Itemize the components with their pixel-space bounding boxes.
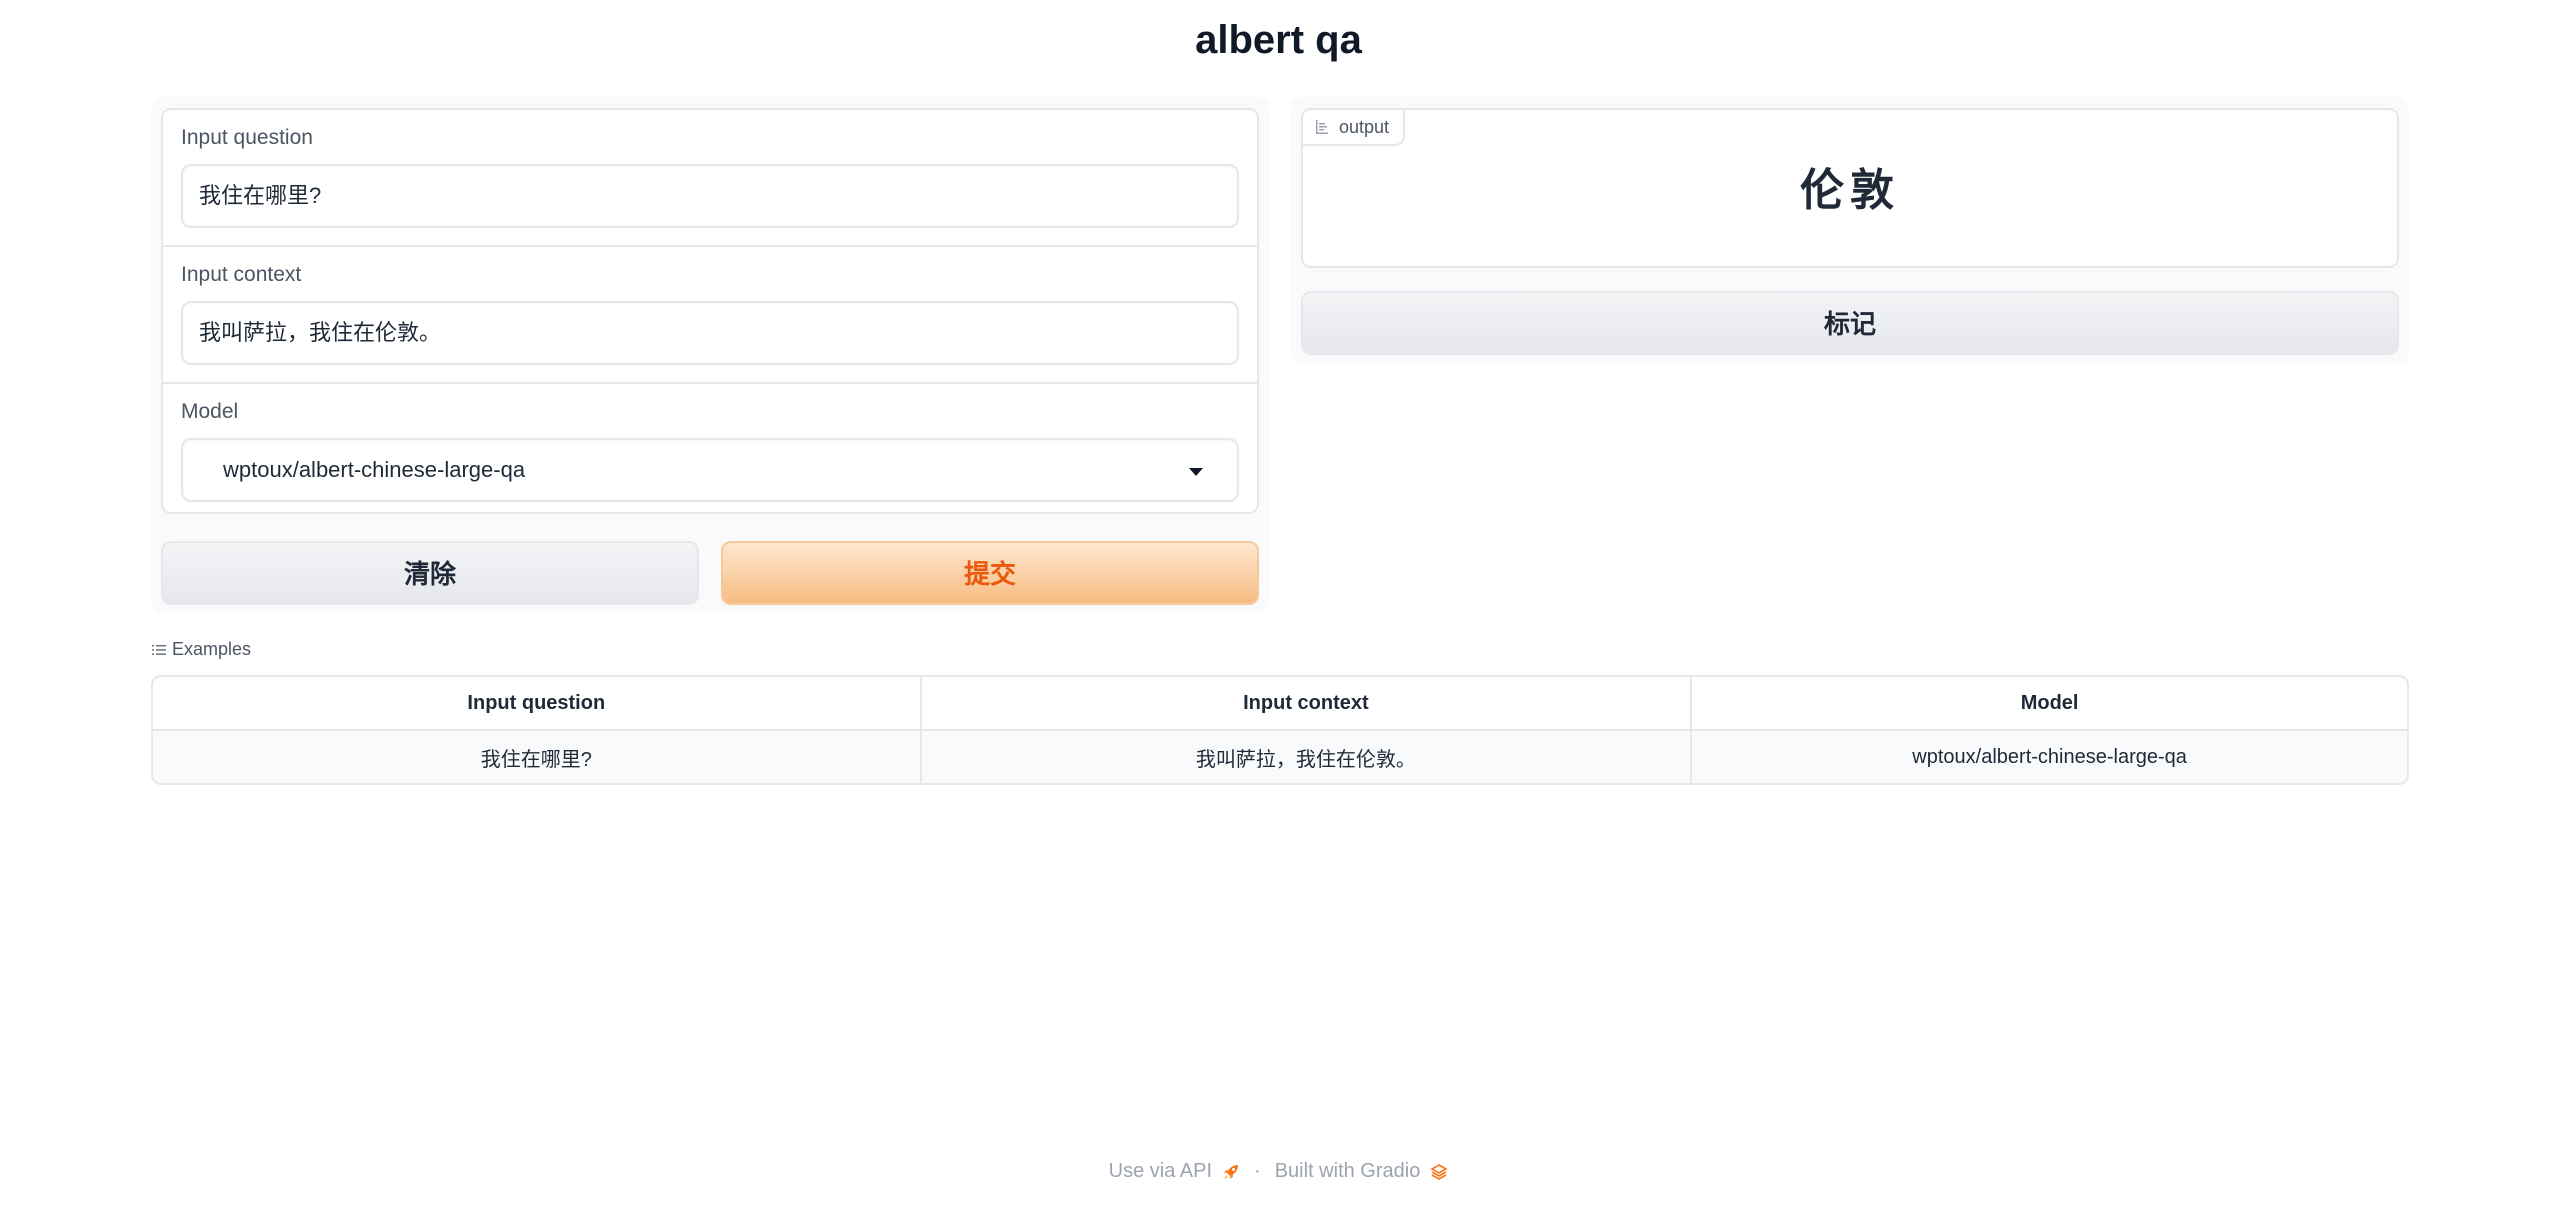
page-title: albert qa	[1195, 18, 1362, 62]
output-value: 伦敦	[1800, 166, 1900, 215]
footer: Use via API · Built with Gradio	[0, 1160, 2557, 1183]
column-header-context: Input context	[921, 677, 1693, 731]
column-header-question: Input question	[153, 677, 922, 731]
label-icon	[1316, 120, 1328, 134]
footer-separator: ·	[1254, 1160, 1261, 1182]
question-label: Input question	[181, 126, 313, 149]
examples-label: Examples	[172, 639, 252, 659]
built-with-gradio-link[interactable]: Built with Gradio	[1275, 1160, 1449, 1183]
context-input[interactable]: 我叫萨拉，我住在伦敦。	[181, 301, 1239, 365]
use-api-label: Use via API	[1108, 1160, 1213, 1182]
example-question-cell[interactable]: 我住在哪里?	[153, 731, 922, 783]
example-row[interactable]: 我住在哪里? 我叫萨拉，我住在伦敦。 wptoux/albert-chinese…	[153, 731, 2407, 783]
context-field: Input context 我叫萨拉，我住在伦敦。	[163, 247, 1257, 384]
examples-header-row: Input question Input context Model	[153, 677, 2407, 731]
use-api-link[interactable]: Use via API	[1109, 1160, 1240, 1183]
column-header-model: Model	[1692, 677, 2407, 731]
model-label: Model	[181, 400, 239, 423]
output-label: output	[1339, 117, 1390, 137]
chevron-down-icon[interactable]	[1189, 468, 1203, 476]
list-icon	[152, 644, 166, 655]
example-context-cell[interactable]: 我叫萨拉，我住在伦敦。	[921, 731, 1693, 783]
model-selected-value: wptoux/albert-chinese-large-qa	[223, 457, 526, 482]
model-field: Model wptoux/albert-chinese-large-qa	[163, 384, 1257, 512]
context-label: Input context	[181, 263, 302, 286]
input-panel: Input question 我住在哪里? Input context 我叫萨拉…	[151, 97, 1269, 613]
output-panel: output 伦敦 标记	[1291, 97, 2409, 363]
output-tag: output	[1301, 108, 1406, 146]
examples-heading: Examples	[152, 639, 251, 660]
built-with-label: Built with Gradio	[1274, 1160, 1421, 1182]
question-field: Input question 我住在哪里?	[163, 110, 1257, 247]
examples-table: Input question Input context Model 我住在哪里…	[151, 675, 2409, 785]
question-input[interactable]: 我住在哪里?	[181, 164, 1239, 228]
submit-button[interactable]: 提交	[721, 541, 1259, 605]
app-root: albert qa Input question 我住在哪里? Input co…	[0, 0, 2557, 1209]
output-box: output 伦敦	[1301, 108, 2399, 268]
example-model-cell[interactable]: wptoux/albert-chinese-large-qa	[1692, 731, 2407, 783]
rocket-icon	[1224, 1164, 1239, 1179]
gradio-logo-icon	[1430, 1163, 1448, 1180]
clear-button[interactable]: 清除	[161, 541, 699, 605]
flag-button[interactable]: 标记	[1301, 291, 2399, 355]
model-dropdown[interactable]: wptoux/albert-chinese-large-qa	[181, 438, 1239, 502]
input-form: Input question 我住在哪里? Input context 我叫萨拉…	[161, 108, 1259, 514]
